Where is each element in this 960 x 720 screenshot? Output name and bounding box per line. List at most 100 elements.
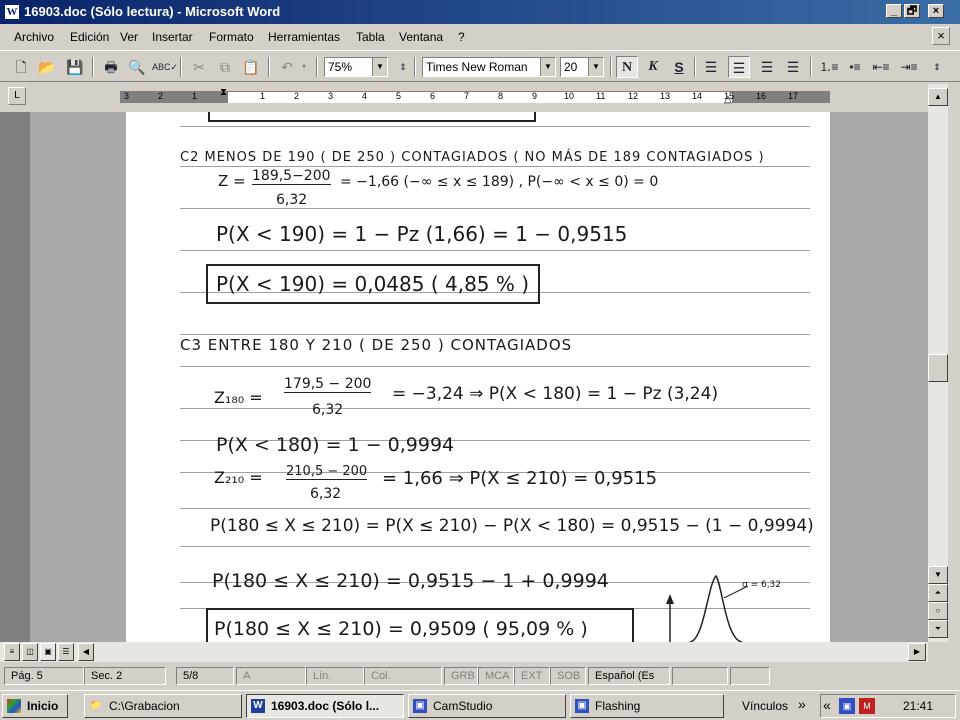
font-size-value: 20 — [564, 60, 578, 74]
result-box-previous — [208, 112, 536, 122]
scroll-thumb[interactable] — [928, 354, 948, 382]
ruled-line — [180, 208, 810, 209]
start-label: Inicio — [27, 699, 59, 713]
indent-marker-icon[interactable]: ⧗ — [220, 87, 227, 98]
font-size-select[interactable]: 20 ▼ — [560, 57, 604, 77]
menu-edicion[interactable]: Edición — [70, 30, 109, 44]
close-button[interactable]: × — [928, 4, 944, 18]
ruled-line — [180, 508, 810, 509]
menu-insertar[interactable]: Insertar — [152, 30, 193, 44]
toolbar: 🗋 📂 💾 🖶 🔍 ABC✓ ✂ ⧉ 📋 ↶ ▾ 75% ▼ ⇕ Times N… — [0, 50, 960, 82]
task-flashing[interactable]: ▣ Flashing — [570, 694, 724, 718]
handwritten-z-label: Z₂₁₀ = — [214, 468, 263, 487]
numbering-icon[interactable]: ⒈≡ — [818, 56, 840, 78]
status-grb[interactable]: GRB — [444, 667, 478, 685]
camstudio-icon: ▣ — [413, 699, 427, 713]
word-icon: W — [251, 699, 265, 713]
menu-ver[interactable]: Ver — [120, 30, 138, 44]
tray-shield-icon[interactable]: M — [859, 698, 875, 714]
document-close-button[interactable]: × — [932, 27, 950, 45]
bullets-icon[interactable]: •≡ — [844, 56, 866, 78]
status-sob[interactable]: SOB — [550, 667, 586, 685]
horizontal-scrollbar[interactable]: ≡ ◫ ▣ ☰ ◀ ▶ — [0, 642, 928, 662]
minimize-button[interactable]: _ — [886, 4, 902, 18]
maximize-button[interactable]: 🗗 — [904, 4, 920, 18]
italic-button[interactable]: K — [642, 56, 664, 78]
menu-ventana[interactable]: Ventana — [399, 30, 443, 44]
save-disk-icon[interactable]: 💾 — [64, 56, 86, 78]
tray-expand-chevron-icon[interactable]: « — [823, 697, 831, 713]
chevron-down-icon[interactable]: ▼ — [540, 58, 555, 76]
window-title: 16903.doc (Sólo lectura) - Microsoft Wor… — [24, 4, 281, 19]
toolbar-more-chevron-icon[interactable]: ⇕ — [396, 56, 410, 78]
underline-button[interactable]: S — [668, 56, 690, 78]
toolbar-more-chevron-icon[interactable]: ⇕ — [930, 56, 944, 78]
vinculos-chevron-icon[interactable]: » — [798, 696, 806, 712]
justify-icon[interactable]: ☰ — [782, 56, 804, 78]
word-app-icon[interactable]: W — [4, 4, 20, 20]
web-view-icon[interactable]: ◫ — [22, 643, 38, 661]
menu-ayuda[interactable]: ? — [458, 30, 465, 44]
align-center-icon[interactable]: ☰ — [728, 56, 750, 78]
menu-archivo[interactable]: Archivo — [14, 30, 54, 44]
task-word-document[interactable]: W 16903.doc (Sólo l... — [246, 694, 404, 718]
print-layout-view-icon[interactable]: ▣ — [40, 643, 56, 661]
toolbar-separator — [694, 57, 696, 77]
right-indent-marker-icon[interactable]: △ — [724, 94, 732, 105]
undo-dropdown-chevron-icon[interactable]: ▾ — [298, 56, 310, 78]
browse-object-icon[interactable]: ○ — [928, 602, 948, 620]
ruler-tick-label: 17 — [788, 91, 799, 101]
scroll-down-arrow-icon[interactable]: ▼ — [928, 566, 948, 584]
handwritten-line: P(X < 190) = 1 − Pz (1,66) = 1 − 0,9515 — [216, 222, 628, 246]
menu-formato[interactable]: Formato — [209, 30, 254, 44]
menu-herramientas[interactable]: Herramientas — [268, 30, 340, 44]
status-mca[interactable]: MCA — [478, 667, 514, 685]
status-language[interactable]: Español (Es — [588, 667, 670, 685]
scroll-left-arrow-icon[interactable]: ◀ — [78, 643, 94, 661]
clock[interactable]: 21:41 — [903, 699, 933, 713]
align-right-icon[interactable]: ☰ — [756, 56, 778, 78]
scroll-up-arrow-icon[interactable]: ▲ — [928, 88, 948, 106]
status-section: Sec. 2 — [84, 667, 166, 685]
title-bar: W 16903.doc (Sólo lectura) - Microsoft W… — [0, 0, 960, 24]
handwritten-z-label: Z = — [218, 172, 246, 190]
decrease-indent-icon[interactable]: ⇤≡ — [870, 56, 892, 78]
align-left-icon[interactable]: ☰ — [700, 56, 722, 78]
task-grabacion[interactable]: 📁 C:\Grabacion — [84, 694, 242, 718]
ruler: L 3 2 1 1 2 3 4 5 6 7 8 9 10 11 12 13 14… — [0, 84, 960, 110]
handwritten-fraction-denominator: 6,32 — [276, 192, 308, 208]
new-document-icon[interactable]: 🗋 — [10, 56, 32, 78]
increase-indent-icon[interactable]: ⇥≡ — [898, 56, 920, 78]
paste-clipboard-icon[interactable]: 📋 — [240, 56, 262, 78]
zoom-select[interactable]: 75% ▼ — [324, 57, 388, 77]
chevron-down-icon[interactable]: ▼ — [588, 58, 603, 76]
vinculos-toolbar[interactable]: Vínculos — [742, 699, 788, 713]
print-preview-icon[interactable]: 🔍 — [126, 56, 148, 78]
start-button[interactable]: Inicio — [2, 694, 68, 718]
outline-view-icon[interactable]: ☰ — [58, 643, 74, 661]
normal-view-icon[interactable]: ≡ — [4, 643, 20, 661]
print-icon[interactable]: 🖶 — [100, 56, 122, 78]
scroll-right-arrow-icon[interactable]: ▶ — [908, 643, 926, 661]
tab-selector-icon[interactable]: L — [8, 87, 26, 105]
open-folder-icon[interactable]: 📂 — [36, 56, 58, 78]
status-page: Pág. 5 — [4, 667, 84, 685]
previous-page-icon[interactable]: ⏶ — [928, 584, 948, 602]
bold-button[interactable]: N — [616, 56, 638, 78]
handwritten-fraction-denominator: 6,32 — [310, 486, 342, 502]
undo-icon[interactable]: ↶ — [276, 56, 298, 78]
taskbar: Inicio 📁 C:\Grabacion W 16903.doc (Sólo … — [0, 690, 960, 720]
copy-icon[interactable]: ⧉ — [214, 56, 236, 78]
next-page-icon[interactable]: ⏷ — [928, 620, 948, 638]
status-ext[interactable]: EXT — [514, 667, 550, 685]
spelling-icon[interactable]: ABC✓ — [152, 56, 178, 78]
font-select[interactable]: Times New Roman ▼ — [422, 57, 556, 77]
cut-scissors-icon[interactable]: ✂ — [188, 56, 210, 78]
menu-tabla[interactable]: Tabla — [356, 30, 385, 44]
task-camstudio[interactable]: ▣ CamStudio — [408, 694, 566, 718]
vertical-scrollbar[interactable]: ▲ ▼ ⏶ ○ ⏷ — [928, 84, 948, 642]
tray-camstudio-icon[interactable]: ▣ — [839, 698, 855, 714]
toolbar-separator — [810, 57, 812, 77]
chevron-down-icon[interactable]: ▼ — [372, 58, 387, 76]
ruler-tick-label: 3 — [328, 91, 334, 101]
